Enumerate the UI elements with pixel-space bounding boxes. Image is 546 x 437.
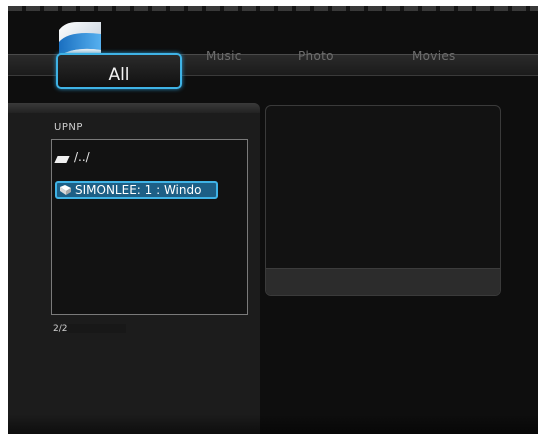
preview-info-bar [266, 268, 500, 295]
tab-all[interactable]: All [56, 53, 182, 89]
tab-photo[interactable]: Photo [298, 49, 334, 63]
preview-panel [265, 105, 501, 296]
source-label: UPNP [54, 122, 83, 133]
list-item-label: /../ [74, 150, 90, 164]
media-player-screen: All Music Photo Movies UPNP /../ SIMONLE… [8, 6, 538, 434]
tab-music[interactable]: Music [206, 49, 242, 63]
list-item-parent[interactable]: /../ [54, 150, 90, 166]
page-count: 2/2 [53, 324, 68, 334]
list-item-selected[interactable]: SIMONLEE: 1 : Windo [55, 181, 218, 199]
page-indicator-bar [66, 324, 126, 333]
tab-movies[interactable]: Movies [412, 49, 456, 63]
list-item-label: SIMONLEE: 1 : Windo [75, 183, 202, 197]
network-share-icon [60, 185, 71, 195]
bottom-shade [8, 414, 538, 434]
file-list[interactable]: /../ SIMONLEE: 1 : Windo [51, 139, 248, 315]
top-decoration [8, 6, 538, 11]
parent-folder-icon [54, 156, 70, 163]
browser-panel-header [8, 103, 260, 113]
